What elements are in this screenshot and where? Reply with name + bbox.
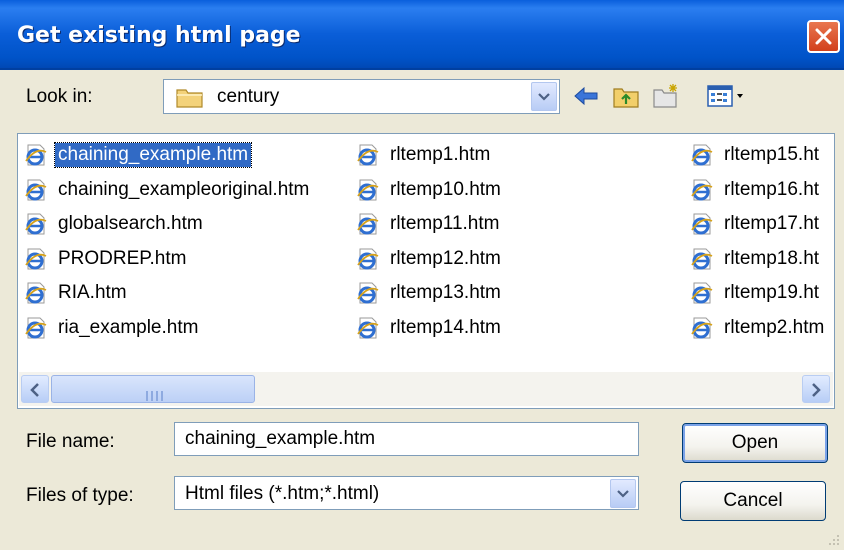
ie-file-icon bbox=[25, 144, 47, 166]
file-item-label: rltemp18.ht bbox=[724, 247, 820, 269]
back-arrow-icon[interactable] bbox=[572, 83, 600, 109]
file-item[interactable]: rltemp11.htm bbox=[356, 210, 502, 238]
file-item-label: rltemp1.htm bbox=[390, 144, 491, 165]
open-button[interactable]: Open bbox=[682, 423, 828, 463]
look-in-dropdown-arrow[interactable] bbox=[531, 82, 557, 111]
ie-file-icon bbox=[691, 179, 713, 200]
file-item[interactable]: rltemp18.ht bbox=[690, 245, 822, 273]
file-type-dropdown-arrow[interactable] bbox=[610, 479, 636, 508]
file-item-label: chaining_example.htm bbox=[53, 142, 253, 168]
chevron-down-icon bbox=[538, 93, 550, 101]
file-name-label: File name: bbox=[26, 431, 115, 452]
file-item[interactable]: ria_example.htm bbox=[24, 314, 201, 342]
ie-file-icon bbox=[357, 248, 379, 269]
ie-file-icon bbox=[691, 282, 713, 304]
ie-file-icon bbox=[357, 179, 379, 200]
file-name-field-box[interactable] bbox=[174, 422, 639, 456]
ie-file-icon bbox=[25, 179, 47, 200]
cancel-button-label: Cancel bbox=[723, 490, 783, 511]
close-button[interactable] bbox=[807, 20, 840, 53]
ie-file-icon bbox=[691, 317, 713, 338]
window-title: Get existing html page bbox=[17, 23, 301, 48]
file-item[interactable]: rltemp15.ht bbox=[690, 141, 822, 169]
file-item-label: rltemp10.htm bbox=[390, 178, 501, 200]
ie-file-icon bbox=[691, 248, 713, 269]
file-item[interactable]: rltemp19.ht bbox=[690, 279, 822, 307]
open-button-label: Open bbox=[731, 432, 779, 453]
file-item[interactable]: PRODREP.htm bbox=[24, 245, 189, 273]
ie-file-icon bbox=[357, 144, 379, 166]
ie-file-icon bbox=[357, 317, 379, 338]
scroll-left-button[interactable] bbox=[21, 375, 49, 403]
file-item-label: rltemp16.ht bbox=[724, 178, 820, 200]
view-menu-icon[interactable] bbox=[706, 83, 746, 109]
ie-file-icon bbox=[25, 317, 47, 338]
new-folder-icon[interactable] bbox=[652, 83, 680, 109]
close-icon bbox=[815, 28, 832, 45]
file-type-dropdown[interactable]: Html files (*.htm;*.html) bbox=[174, 476, 639, 510]
file-item[interactable]: rltemp1.htm bbox=[356, 141, 493, 169]
file-item-label: rltemp13.htm bbox=[390, 282, 501, 303]
file-item[interactable]: rltemp14.htm bbox=[356, 314, 504, 342]
file-item-label: RIA.htm bbox=[58, 282, 127, 303]
folder-icon bbox=[176, 89, 203, 108]
ie-file-icon bbox=[25, 282, 47, 304]
file-item-label: rltemp11.htm bbox=[390, 213, 500, 234]
ie-file-icon bbox=[25, 213, 47, 235]
file-item-label: rltemp17.ht bbox=[724, 213, 820, 234]
file-item-label: rltemp2.htm bbox=[724, 316, 825, 338]
scroll-grip bbox=[146, 385, 166, 406]
file-item[interactable]: globalsearch.htm bbox=[24, 210, 206, 238]
horizontal-scrollbar[interactable] bbox=[19, 372, 833, 406]
file-item-label: rltemp15.ht bbox=[724, 144, 820, 165]
file-item[interactable]: rltemp13.htm bbox=[356, 279, 504, 307]
file-item-label: chaining_exampleoriginal.htm bbox=[58, 178, 310, 200]
file-item[interactable]: rltemp17.ht bbox=[690, 210, 822, 238]
file-type-value: Html files (*.htm;*.html) bbox=[185, 483, 380, 504]
look-in-dropdown[interactable]: century bbox=[163, 79, 560, 114]
file-item-label: ria_example.htm bbox=[58, 316, 199, 338]
up-folder-icon[interactable] bbox=[612, 83, 640, 109]
file-item[interactable]: rltemp10.htm bbox=[356, 176, 504, 204]
file-item-label: globalsearch.htm bbox=[58, 213, 203, 234]
file-item[interactable]: rltemp2.htm bbox=[690, 314, 827, 342]
cancel-button[interactable]: Cancel bbox=[680, 481, 826, 521]
file-list[interactable]: chaining_example.htm chaining_exampleorig… bbox=[17, 133, 835, 409]
file-item[interactable]: rltemp16.ht bbox=[690, 176, 822, 204]
title-bar[interactable]: Get existing html page bbox=[0, 0, 844, 70]
file-item[interactable]: rltemp12.htm bbox=[356, 245, 504, 273]
look-in-label: Look in: bbox=[26, 86, 93, 107]
chevron-left-icon bbox=[30, 383, 39, 397]
file-item[interactable]: RIA.htm bbox=[24, 279, 130, 307]
chevron-right-icon bbox=[812, 383, 821, 397]
ie-file-icon bbox=[357, 213, 379, 235]
resize-grip-icon[interactable] bbox=[826, 532, 840, 546]
file-item-label: rltemp19.ht bbox=[724, 282, 820, 303]
file-item-label: PRODREP.htm bbox=[58, 247, 187, 269]
look-in-value: century bbox=[217, 86, 280, 107]
file-type-label: Files of type: bbox=[26, 485, 134, 506]
ie-file-icon bbox=[691, 213, 713, 235]
file-item[interactable]: chaining_exampleoriginal.htm bbox=[24, 176, 312, 204]
file-item-label: rltemp12.htm bbox=[390, 247, 501, 269]
scroll-right-button[interactable] bbox=[802, 375, 830, 403]
file-item-label: rltemp14.htm bbox=[390, 316, 501, 338]
scroll-thumb[interactable] bbox=[51, 375, 255, 403]
file-item[interactable]: chaining_example.htm bbox=[24, 141, 253, 169]
ie-file-icon bbox=[357, 282, 379, 304]
ie-file-icon bbox=[691, 144, 713, 166]
ie-file-icon bbox=[25, 248, 47, 269]
file-name-input[interactable] bbox=[175, 423, 638, 455]
chevron-down-icon bbox=[617, 490, 629, 498]
